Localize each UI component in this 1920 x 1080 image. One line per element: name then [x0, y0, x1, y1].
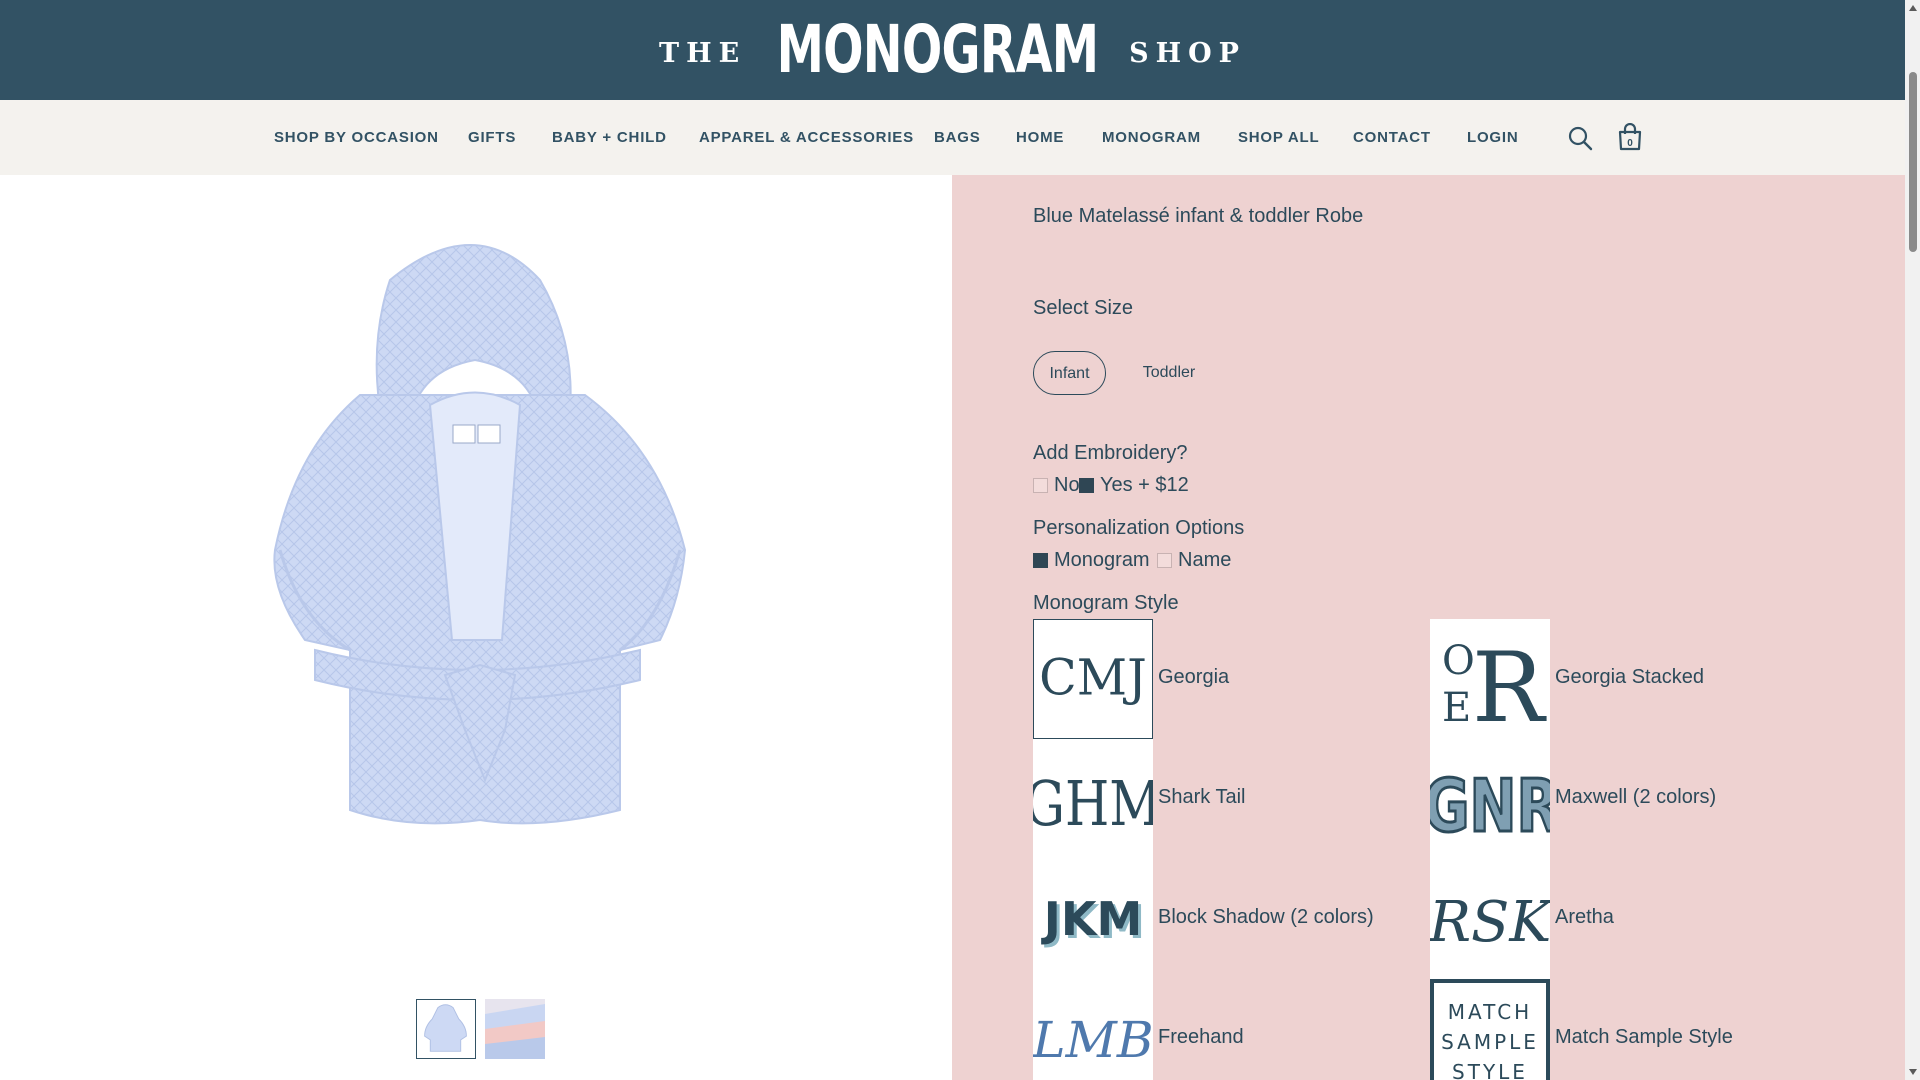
product-title: Blue Matelassé infant & toddler Robe	[1033, 205, 1364, 227]
personalization-name-label: Name	[1178, 549, 1232, 571]
monogram-style-aretha-label[interactable]: Aretha	[1555, 906, 1614, 929]
nav-bags[interactable]: BAGS	[934, 100, 981, 175]
monogram-style-block-shadow-label[interactable]: Block Shadow (2 colors)	[1158, 906, 1374, 929]
monogram-style-shark-tail-label[interactable]: Shark Tail	[1158, 786, 1245, 809]
nav-shop-by-occasion[interactable]: SHOP BY OCCASION	[274, 100, 439, 175]
monogram-style-freehand-label[interactable]: Freehand	[1158, 1026, 1244, 1049]
svg-text:GNR: GNR	[1430, 765, 1550, 849]
thumbnail-2[interactable]	[485, 999, 545, 1059]
logo-monogram: MONOGRAM	[776, 11, 1099, 88]
robes-stack-thumbnail-image	[485, 999, 545, 1059]
scroll-up-arrow-icon[interactable]	[1909, 4, 1917, 12]
svg-text:JKM: JKM	[1041, 892, 1143, 946]
monogram-style-shark-tail[interactable]: GHM	[1024, 739, 1161, 859]
nav-home[interactable]: HOME	[1016, 100, 1064, 175]
size-option-infant[interactable]: Infant	[1033, 351, 1106, 395]
embroidery-option-no-label: No	[1054, 474, 1080, 496]
robe-thumbnail-image	[417, 1000, 474, 1057]
cart-count: 0	[1627, 138, 1633, 149]
embroidery-option-no[interactable]: No	[1033, 474, 1080, 497]
embroidery-option-yes[interactable]: Yes + $12	[1079, 474, 1189, 497]
nav-apparel-accessories[interactable]: APPAREL & ACCESSORIES	[699, 100, 914, 175]
logo-shop: SHOP	[1129, 37, 1246, 69]
embroidery-option-yes-label: Yes + $12	[1100, 474, 1189, 496]
nav-shop-all[interactable]: SHOP ALL	[1238, 100, 1319, 175]
search-icon[interactable]	[1567, 125, 1593, 151]
svg-text:CMJ: CMJ	[1039, 649, 1147, 707]
svg-text:R: R	[1472, 632, 1547, 739]
personalization-options-label: Personalization Options	[1033, 517, 1245, 539]
scroll-down-arrow-icon[interactable]	[1909, 1068, 1917, 1076]
shopping-bag-icon[interactable]: 0	[1617, 123, 1643, 151]
monogram-style-label: Monogram Style	[1033, 592, 1179, 614]
block-shadow-sample: JKM JKM	[1041, 892, 1146, 949]
svg-text:RSK: RSK	[1430, 890, 1550, 955]
nav-baby-child[interactable]: BABY + CHILD	[552, 100, 667, 175]
checkbox-yes[interactable]	[1079, 478, 1094, 493]
personalization-option-monogram[interactable]: Monogram	[1033, 549, 1150, 572]
svg-text:O: O	[1442, 638, 1475, 684]
svg-text:E: E	[1442, 685, 1471, 731]
monogram-style-maxwell[interactable]: GNR	[1422, 739, 1561, 859]
maxwell-sample: GNR	[1422, 764, 1561, 850]
monogram-style-georgia[interactable]: CMJ	[1033, 619, 1153, 739]
svg-text:SAMPLE: SAMPLE	[1441, 1030, 1539, 1054]
svg-text:STYLE: STYLE	[1452, 1060, 1528, 1080]
monogram-style-maxwell-label[interactable]: Maxwell (2 colors)	[1555, 786, 1716, 809]
add-embroidery-label: Add Embroidery?	[1033, 442, 1188, 464]
checkbox-monogram[interactable]	[1033, 553, 1048, 568]
shark-tail-sample: GHM	[1024, 768, 1161, 840]
nav-login[interactable]: LOGIN	[1467, 100, 1519, 175]
freehand-sample: LMB	[1031, 1011, 1153, 1069]
monogram-style-georgia-stacked-label[interactable]: Georgia Stacked	[1555, 666, 1704, 689]
monogram-style-block-shadow[interactable]: JKM JKM	[1033, 859, 1153, 979]
aretha-sample: RSK	[1428, 890, 1555, 955]
personalization-monogram-label: Monogram	[1054, 549, 1150, 571]
size-option-toddler[interactable]: Toddler	[1128, 351, 1210, 395]
personalization-option-name[interactable]: Name	[1157, 549, 1231, 572]
logo-the: THE	[659, 37, 747, 69]
svg-text:MATCH: MATCH	[1448, 1000, 1532, 1024]
nav-monogram[interactable]: MONOGRAM	[1102, 100, 1201, 175]
svg-text:LMB: LMB	[1033, 1011, 1153, 1069]
monogram-style-match-sample[interactable]: MATCH SAMPLE STYLE	[1430, 979, 1550, 1080]
select-size-label: Select Size	[1033, 297, 1134, 319]
nav-gifts[interactable]: GIFTS	[468, 100, 516, 175]
monogram-style-aretha[interactable]: RSK	[1428, 859, 1555, 979]
georgia-sample: CMJ	[1039, 649, 1147, 707]
monogram-style-georgia-label[interactable]: Georgia	[1158, 666, 1229, 689]
product-image[interactable]	[240, 220, 710, 830]
checkbox-no[interactable]	[1033, 478, 1048, 493]
thumbnail-1[interactable]	[416, 999, 476, 1059]
checkbox-name[interactable]	[1157, 553, 1172, 568]
monogram-style-match-sample-label[interactable]: Match Sample Style	[1555, 1026, 1733, 1049]
monogram-style-georgia-stacked[interactable]: O E R	[1430, 619, 1550, 744]
nav-contact[interactable]: CONTACT	[1353, 100, 1431, 175]
site-logo[interactable]: THE MONOGRAM SHOP	[0, 0, 1905, 100]
georgia-stacked-sample: O E R	[1442, 632, 1547, 744]
monogram-style-freehand[interactable]: LMB	[1031, 979, 1154, 1080]
match-sample-style-sample: MATCH SAMPLE STYLE	[1430, 979, 1550, 1080]
svg-text:GHM: GHM	[1033, 768, 1153, 840]
scrollbar-thumb[interactable]	[1909, 72, 1917, 252]
